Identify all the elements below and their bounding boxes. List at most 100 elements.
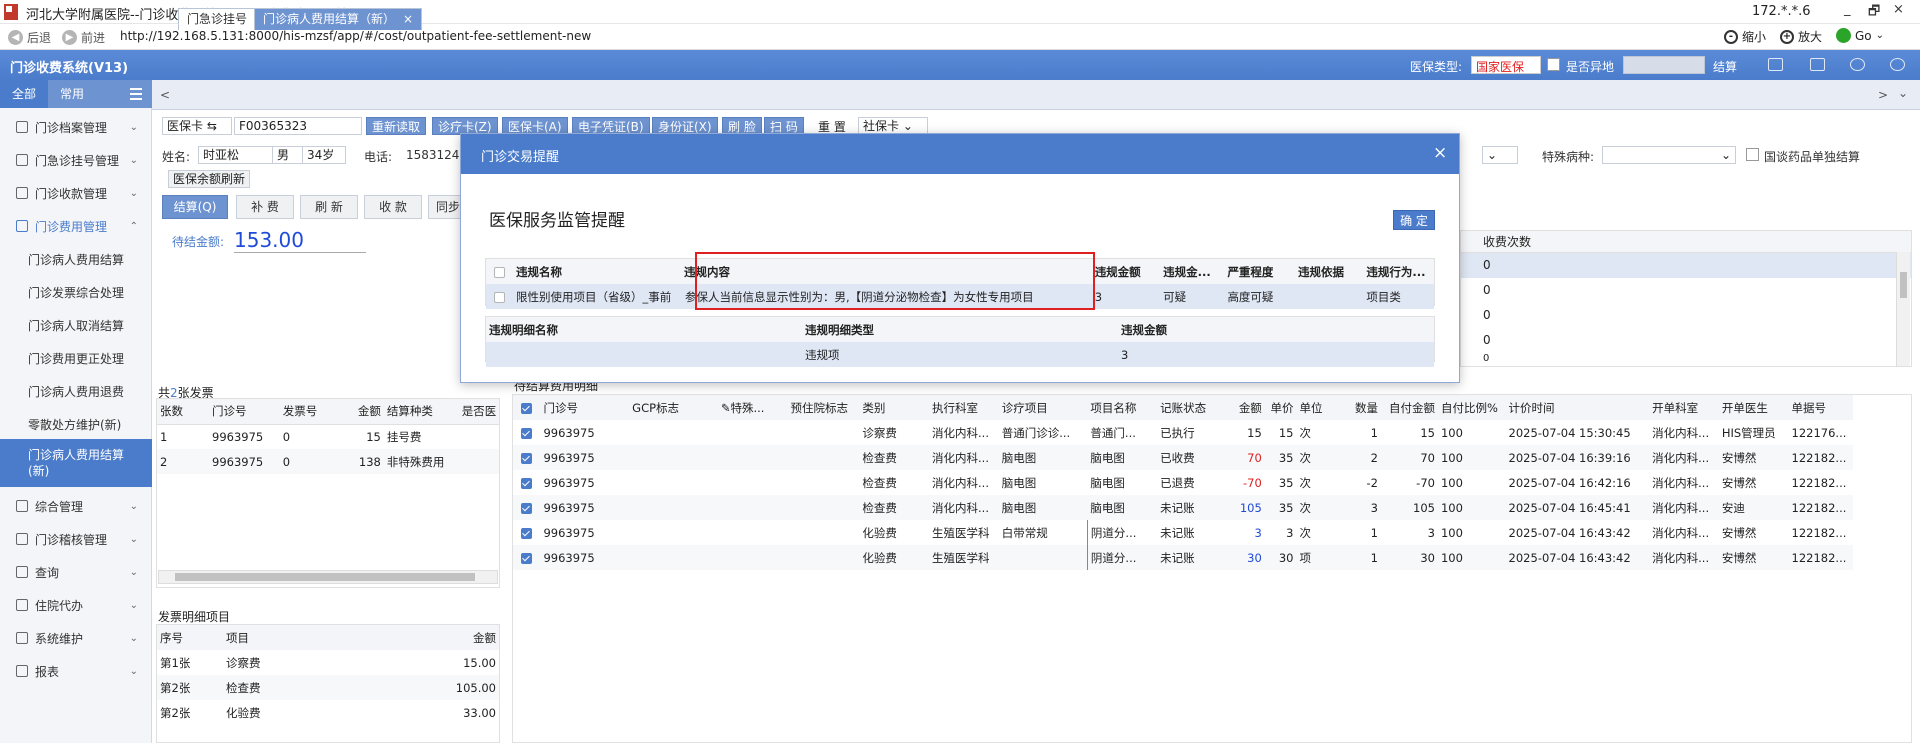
table-row[interactable]: 9963975 检查费 消化内科... 脑电图 脑电图 已收费 70 35 次 2 70 100 202…	[513, 445, 1853, 470]
go-button[interactable]: Go ⌄	[1836, 28, 1884, 43]
close-icon[interactable]: ×	[403, 12, 413, 26]
cell-price: 35	[1278, 500, 1294, 515]
tabs-next-icon[interactable]: >	[1878, 88, 1888, 102]
cell-unit: 次	[1299, 500, 1311, 515]
table-row[interactable]: 9963975 诊察费 消化内科... 普通门诊诊... 普通门... 已执行 15 15 次 1…	[513, 420, 1853, 445]
age-field: 34岁	[302, 146, 346, 164]
refresh-button[interactable]: 刷 新	[300, 195, 358, 219]
cell: 138	[358, 454, 381, 469]
card-type-value: 医保卡	[167, 119, 204, 133]
sidebar-item-audit[interactable]: 门诊稽核管理 ⌄	[0, 523, 152, 555]
pending-amount: 153.00	[234, 228, 366, 253]
sidebar-item-general[interactable]: 综合管理 ⌄	[0, 490, 152, 522]
cell-qty: 2	[1370, 450, 1378, 465]
supplement-fee-button[interactable]: 补 费	[236, 195, 294, 219]
table-row[interactable]: 9963975 化验费 生殖医学科 阴道分... 未记账 30 30 项 1 30 100 2025-…	[513, 545, 1853, 570]
remote-input[interactable]	[1623, 56, 1705, 74]
cell-time: 2025-07-04 16:43:42	[1508, 525, 1631, 540]
sidebar-item-fee-settlement-new[interactable]: 门诊病人费用结算(新)	[0, 439, 152, 487]
print-icon[interactable]	[1810, 58, 1825, 71]
forward-button[interactable]: ▶ 前进	[62, 28, 105, 46]
special-disease-select[interactable]: ⌄	[1602, 146, 1736, 164]
card-type-select[interactable]: 医保卡 ⇆	[162, 117, 232, 135]
minimize-button[interactable]: _	[1844, 2, 1851, 17]
gear-icon[interactable]	[1890, 58, 1905, 71]
sidebar-item-label: 门诊收款管理	[35, 186, 108, 201]
sidebar-item-fee-management[interactable]: 门诊费用管理 ⌃	[0, 210, 152, 242]
remote-checkbox[interactable]	[1547, 58, 1560, 74]
sidebar-item-reports[interactable]: 报表 ⌄	[0, 655, 152, 687]
close-window-button[interactable]: ×	[1893, 2, 1904, 17]
refresh-balance-button[interactable]: 医保余额刷新	[168, 170, 251, 188]
sidebar-item-refund[interactable]: 门诊病人费用退费	[0, 375, 152, 407]
row-checkbox[interactable]	[521, 477, 533, 489]
tab-fee-settlement-new[interactable]: 门诊病人费用结算（新） ×	[254, 8, 423, 30]
sidebar-item-fee-correction[interactable]: 门诊费用更正处理	[0, 342, 152, 374]
sidebar-item-system[interactable]: 系统维护 ⌄	[0, 622, 152, 654]
row-checkbox[interactable]	[521, 427, 533, 439]
single-settle-checkbox[interactable]	[1746, 148, 1759, 164]
menu-icon[interactable]	[130, 88, 142, 100]
violation-row-checkbox[interactable]	[493, 291, 505, 303]
sidebar-item-fee-settlement[interactable]: 门诊病人费用结算	[0, 243, 152, 275]
violation-select-all-checkbox[interactable]	[493, 266, 505, 278]
tabs-menu-icon[interactable]: ⌄	[1898, 86, 1908, 100]
close-icon[interactable]: ×	[1433, 143, 1447, 163]
cell-time: 2025-07-04 16:43:42	[1508, 550, 1631, 565]
cell: 9963975	[212, 429, 264, 444]
table-row[interactable]: 第1张 诊察费 15.00	[157, 650, 499, 675]
col-header: 张数	[160, 404, 183, 419]
cell-qty: 1	[1370, 525, 1378, 540]
table-row[interactable]: 2 9963975 0 138 非特殊费用	[157, 449, 499, 474]
table-row[interactable]: 1 9963975 0 15 挂号费	[157, 424, 499, 449]
violation-detail-row[interactable]: 违规项 3	[486, 342, 1434, 367]
tabs-prev-icon[interactable]: <	[160, 88, 170, 102]
zoom-in-button[interactable]: + 放大	[1780, 28, 1822, 45]
col-header: 数量	[1354, 400, 1378, 415]
row-checkbox[interactable]	[521, 527, 533, 539]
row-checkbox[interactable]	[521, 452, 533, 464]
sidebar-tab-common[interactable]: 常用	[48, 80, 96, 108]
insurance-type-select[interactable]: 国家医保 ⌄	[1471, 56, 1541, 89]
sidebar-item-inpatient-agent[interactable]: 住院代办 ⌄	[0, 589, 152, 621]
table-row[interactable]: 9963975 检查费 消化内科... 脑电图 脑电图 已退费 -70 35 次 -2 -70 100…	[513, 470, 1853, 495]
sidebar-item-collection[interactable]: 门诊收款管理 ⌄	[0, 177, 152, 209]
settle-button[interactable]: 结算(Q)	[162, 195, 228, 219]
row-checkbox[interactable]	[521, 502, 533, 514]
sidebar-item-registration[interactable]: 门急诊挂号管理 ⌄	[0, 144, 152, 176]
table-row[interactable]: 9963975 检查费 消化内科... 脑电图 脑电图 未记账 105 35 次 3 105 100 2…	[513, 495, 1853, 520]
select-all-checkbox[interactable]	[521, 402, 533, 414]
right-select[interactable]: ⌄	[1482, 146, 1518, 164]
cell-self: 70	[1420, 450, 1435, 465]
sidebar-item-invoice[interactable]: 门诊发票综合处理	[0, 276, 152, 308]
cell-item: 脑电图	[1001, 450, 1037, 465]
invoice-hscrollbar[interactable]	[158, 570, 498, 584]
cell-odept: 消化内科...	[1652, 500, 1710, 515]
reread-button[interactable]: 重新读取	[366, 117, 427, 135]
tab-registration[interactable]: 门急诊挂号	[178, 8, 257, 30]
back-button[interactable]: ◀ 后退	[8, 28, 51, 46]
sidebar-tab-all[interactable]: 全部	[0, 80, 48, 108]
url-field[interactable]: http://192.168.5.131:8000/his-mzsf/app/#…	[120, 29, 591, 43]
row-checkbox[interactable]	[521, 552, 533, 564]
cell-name: 阴道分...	[1086, 545, 1158, 570]
sidebar-item-label: 查询	[35, 565, 60, 580]
right-top-scrollbar[interactable]	[1896, 252, 1910, 366]
sidebar-item-prescription[interactable]: 零散处方维护(新)	[0, 408, 152, 440]
col-header: 项目名称	[1090, 400, 1137, 415]
eye-icon[interactable]	[1850, 58, 1865, 71]
table-row[interactable]: 第2张 检查费 105.00	[157, 675, 499, 700]
zoom-out-button[interactable]: - 缩小	[1724, 28, 1766, 45]
confirm-button[interactable]: 确 定	[1393, 210, 1435, 230]
sidebar-item-archive[interactable]: 门诊档案管理 ⌄	[0, 111, 152, 143]
cell-amt: -70	[1243, 475, 1262, 490]
sidebar-item-cancel-settlement[interactable]: 门诊病人取消结算	[0, 309, 152, 341]
card-number-input[interactable]: F00365323	[234, 117, 362, 135]
restore-button[interactable]: 🗗	[1868, 2, 1880, 24]
collect-button[interactable]: 收 款	[364, 195, 422, 219]
cell-item: 白带常规	[1001, 525, 1048, 540]
sidebar-item-query[interactable]: 查询 ⌄	[0, 556, 152, 588]
table-row[interactable]: 第2张 化验费 33.00	[157, 700, 499, 725]
card-icon[interactable]	[1768, 58, 1783, 71]
table-row[interactable]: 9963975 化验费 生殖医学科 白带常规 阴道分... 未记账 3 3 次 1 3 100 2025…	[513, 520, 1853, 545]
